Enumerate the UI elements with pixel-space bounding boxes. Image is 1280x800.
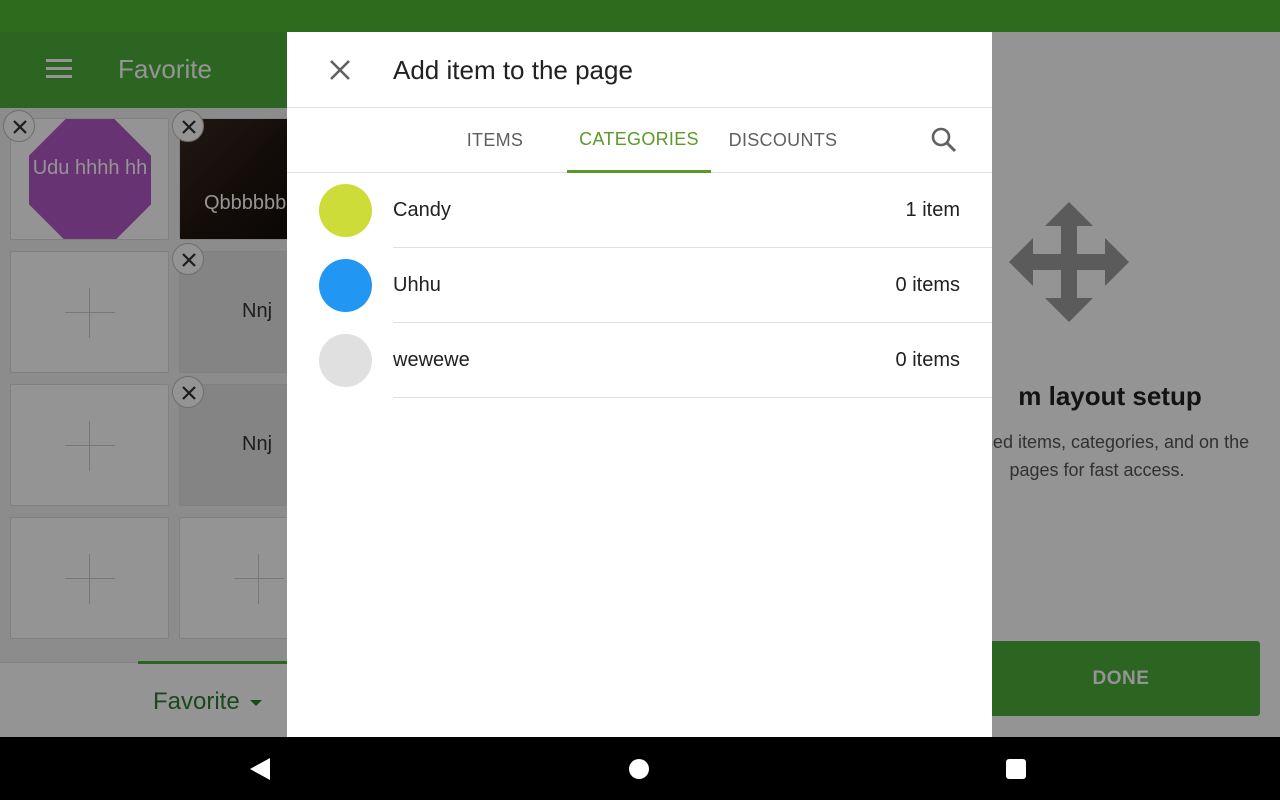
close-icon <box>330 60 350 80</box>
dialog-title: Add item to the page <box>393 55 633 85</box>
category-color-swatch <box>319 184 372 237</box>
add-item-dialog: Add item to the page ITEMS CATEGORIES DI… <box>287 32 992 737</box>
dialog-tabs: ITEMS CATEGORIES DISCOUNTS <box>287 108 992 173</box>
category-item-count: 0 items <box>895 349 960 371</box>
tab-categories[interactable]: CATEGORIES <box>567 108 711 173</box>
category-row[interactable]: Uhhu 0 items <box>287 248 992 323</box>
dialog-header: Add item to the page <box>287 32 992 108</box>
row-divider <box>393 397 992 398</box>
system-nav-bar <box>0 737 1280 800</box>
search-button[interactable] <box>928 124 960 156</box>
category-row[interactable]: Candy 1 item <box>287 173 992 248</box>
category-item-count: 0 items <box>895 274 960 296</box>
category-color-swatch <box>319 334 372 387</box>
category-row[interactable]: wewewe 0 items <box>287 323 992 398</box>
close-dialog-button[interactable] <box>325 55 355 85</box>
app-window: Favorite Udu hhhh hh Qbbbbbbbbbbjbbh Nnj… <box>0 32 1280 737</box>
status-bar <box>0 0 1280 32</box>
recents-icon[interactable] <box>1006 759 1026 779</box>
category-color-swatch <box>319 259 372 312</box>
back-icon[interactable] <box>250 758 270 780</box>
search-icon <box>931 127 957 153</box>
category-name: Candy <box>393 199 451 221</box>
home-icon[interactable] <box>629 759 649 779</box>
category-name: Uhhu <box>393 274 441 296</box>
category-name: wewewe <box>393 349 470 371</box>
tab-items[interactable]: ITEMS <box>445 108 545 173</box>
tab-discounts[interactable]: DISCOUNTS <box>721 108 845 173</box>
category-item-count: 1 item <box>905 199 960 221</box>
